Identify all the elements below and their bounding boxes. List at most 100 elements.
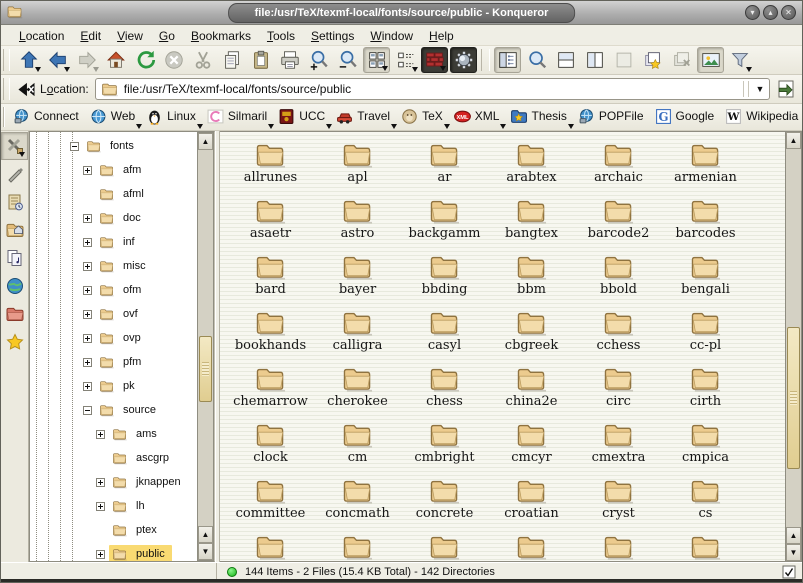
folder-astro[interactable]: astro [314,194,401,250]
location-input[interactable]: file:/usr/TeX/texmf-local/fonts/source/p… [124,82,743,96]
folder-bookhands[interactable]: bookhands [227,306,314,362]
sidebar-tab-network[interactable] [1,272,28,300]
folder-circ[interactable]: circ [575,362,662,418]
folder-bbold[interactable]: bbold [575,250,662,306]
tree-item-ams[interactable]: ams [30,422,214,446]
sidebar-tab-bookmarks-pen[interactable] [1,160,28,188]
toolbar-handle[interactable] [3,78,10,100]
menu-go[interactable]: Go [151,27,183,45]
maximize-button[interactable]: ▴ [763,5,778,20]
main-scroll-thumb[interactable] [787,327,800,469]
bookmark-wikipedia[interactable]: WWikipedia [721,106,803,129]
bookmark-linux[interactable]: Linux [142,106,203,129]
folder-apl[interactable]: apl [314,138,401,194]
folder-cmbright[interactable]: cmbright [401,418,488,474]
filter-button[interactable] [726,47,753,73]
tree-item-jknappen[interactable]: jknappen [30,470,214,494]
tree-item-misc[interactable]: misc [30,254,214,278]
folder-cm[interactable]: cm [314,418,401,474]
tree-item-ascgrp[interactable]: ascgrp [30,446,214,470]
folder-cmpica[interactable]: cmpica [662,418,749,474]
zoom-out-button[interactable] [334,47,361,73]
split-view-top-bottom-button[interactable] [552,47,579,73]
tree-item-public[interactable]: public [30,542,214,562]
bookmark-web[interactable]: Web [86,106,142,129]
tree-scroll-up-button-2[interactable]: ▲ [198,526,213,543]
tree-scrollbar[interactable]: ▲ ▲ ▼ [197,132,214,561]
copy-button[interactable] [218,47,245,73]
location-combobox[interactable]: file:/usr/TeX/texmf-local/fonts/source/p… [95,78,770,100]
tree-item-pk[interactable]: pk [30,374,214,398]
folder-chemarrow[interactable]: chemarrow [227,362,314,418]
expand-icon[interactable] [83,262,92,271]
tree-item-ovf[interactable]: ovf [30,302,214,326]
bookmark-tex[interactable]: TeX [397,106,450,129]
expand-icon[interactable] [83,358,92,367]
expand-icon[interactable] [83,310,92,319]
folder-arabtex[interactable]: arabtex [488,138,575,194]
collapse-icon[interactable] [83,406,92,415]
folder-croatian[interactable]: croatian [488,474,575,530]
toolbar-handle[interactable] [3,107,5,127]
menu-settings[interactable]: Settings [303,27,362,45]
window-menu-folder-icon[interactable] [6,4,24,21]
menu-location[interactable]: Location [11,27,72,45]
folder-barcodes[interactable]: barcodes [662,194,749,250]
close-button[interactable]: ✕ [781,5,796,20]
folder-bayer[interactable]: bayer [314,250,401,306]
folder-cbgreek[interactable]: cbgreek [488,306,575,362]
toolbar-handle[interactable] [3,49,10,71]
tree-item-ovp[interactable]: ovp [30,326,214,350]
folder-archaic[interactable]: archaic [575,138,662,194]
bookmark-connect[interactable]: Connect [9,106,86,129]
menu-edit[interactable]: Edit [72,27,109,45]
menu-help[interactable]: Help [421,27,462,45]
expand-icon[interactable] [96,550,105,559]
go-button[interactable] [774,77,798,101]
tree-item-ptex[interactable]: ptex [30,518,214,542]
folder-cc-pl[interactable]: cc-pl [662,306,749,362]
tree-item-source[interactable]: source [30,398,214,422]
bookmark-silmaril[interactable]: Silmaril [203,106,274,129]
folder-calligra[interactable]: calligra [314,306,401,362]
titlebar[interactable]: file:/usr/TeX/texmf-local/fonts/source/p… [1,1,802,25]
folder-casyl[interactable]: casyl [401,306,488,362]
tree-scroll-thumb[interactable] [199,336,212,402]
sidebar-tab-home-directory[interactable] [1,216,28,244]
tree-item-fonts[interactable]: fonts [30,134,214,158]
folder-partial[interactable] [575,530,662,562]
expand-icon[interactable] [83,238,92,247]
print-button[interactable] [276,47,303,73]
bookmark-ucc[interactable]: UCC [274,106,332,129]
sidebar-tab-bookmarks[interactable] [1,328,28,356]
icon-view-mode-button[interactable] [363,47,390,73]
statusbar-extension-icon[interactable] [782,565,796,579]
embedded-viewer-button[interactable] [450,47,477,73]
sidebar-tab-configure[interactable] [1,132,28,160]
tree-item-ofm[interactable]: ofm [30,278,214,302]
tree-item-afm[interactable]: afm [30,158,214,182]
tree-item-doc[interactable]: doc [30,206,214,230]
folder-asaetr[interactable]: asaetr [227,194,314,250]
folder-bangtex[interactable]: bangtex [488,194,575,250]
folder-china2e[interactable]: china2e [488,362,575,418]
expand-icon[interactable] [83,286,92,295]
bookmark-travel[interactable]: Travel [332,106,397,129]
tree-scroll-down-button[interactable]: ▼ [198,543,213,560]
menu-tools[interactable]: Tools [259,27,303,45]
folder-partial[interactable] [314,530,401,562]
folder-cmextra[interactable]: cmextra [575,418,662,474]
folder-partial[interactable] [227,530,314,562]
sidebar-tab-services[interactable] [1,244,28,272]
folder-partial[interactable] [662,530,749,562]
folder-armenian[interactable]: armenian [662,138,749,194]
expand-icon[interactable] [96,430,105,439]
folder-committee[interactable]: committee [227,474,314,530]
folder-cryst[interactable]: cryst [575,474,662,530]
bookmark-xml[interactable]: XMLXML [450,106,507,129]
folder-concrete[interactable]: concrete [401,474,488,530]
sidebar-tab-root-directory[interactable] [1,300,28,328]
bookmark-popfile[interactable]: POPFile [574,106,651,129]
folder-bbm[interactable]: bbm [488,250,575,306]
detailed-view-mode-button[interactable] [421,47,448,73]
